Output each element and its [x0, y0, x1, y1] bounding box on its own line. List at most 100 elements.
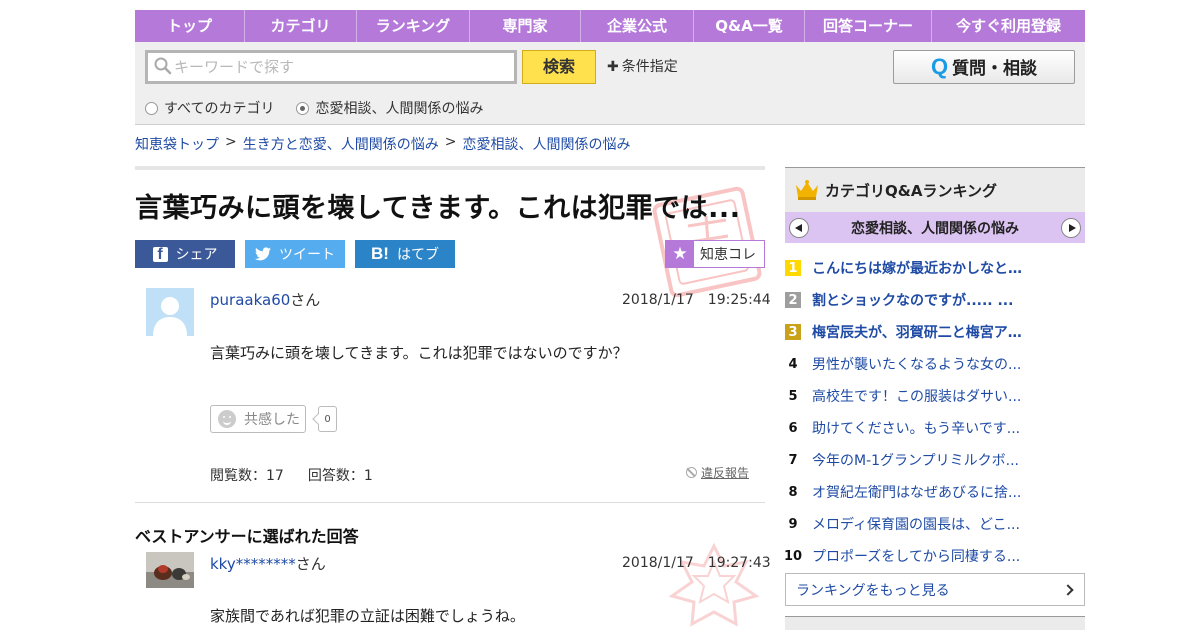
ranking-item[interactable]: 6 助けてください。もう辛いです...: [785, 412, 1085, 444]
condition-link[interactable]: ✚ 条件指定: [607, 56, 678, 76]
answerer-avatar[interactable]: [146, 552, 194, 588]
ranking-item-title[interactable]: 梅宮辰夫が、羽賀研二と梅宮ア...: [812, 322, 1022, 342]
search-box: [145, 50, 517, 84]
ranking-item-title[interactable]: プロポーズをしてから同棲する...: [812, 546, 1020, 566]
rank-number: 5: [788, 388, 798, 404]
nav-experts[interactable]: 専門家: [470, 10, 581, 42]
more-ranking-button[interactable]: ランキングをもっと見る: [785, 573, 1085, 606]
answer-date: 2018/1/17 19:27:43: [622, 555, 771, 571]
radio-dot: [145, 101, 158, 115]
answerer-link[interactable]: kky********: [210, 555, 296, 573]
answer-count: 回答数：1: [307, 468, 373, 484]
twitter-icon: [255, 247, 271, 261]
plus-icon: ✚: [607, 59, 619, 75]
ranking-item-title[interactable]: メロディ保育園の園長は、どこ...: [812, 514, 1020, 534]
hatena-bookmark-button[interactable]: B! はてブ: [355, 240, 455, 268]
question-stats: 閲覧数：17 回答数：1: [210, 465, 373, 485]
twitter-share-button[interactable]: ツイート: [245, 240, 345, 268]
hatena-bookmark-label: はてブ: [396, 247, 439, 263]
ranking-item-title[interactable]: 助けてください。もう辛いです...: [812, 418, 1020, 438]
prev-category-button[interactable]: [789, 217, 809, 238]
report-link[interactable]: 違反報告: [686, 464, 749, 481]
ranking-category-switcher: 恋愛相談、人間関係の悩み: [785, 212, 1085, 243]
search-button[interactable]: 検索: [522, 50, 596, 84]
ranking-item[interactable]: 10 プロポーズをしてから同棲する...: [783, 540, 1085, 572]
twitter-share-label: ツイート: [279, 247, 335, 263]
ask-question-button[interactable]: Q 質問・相談: [893, 50, 1075, 84]
ranking-item[interactable]: 4 男性が襲いたくなるような女の...: [785, 348, 1085, 380]
breadcrumb-parent[interactable]: 生き方と恋愛、人間関係の悩み: [243, 134, 439, 154]
nav-category[interactable]: カテゴリ: [245, 10, 357, 42]
ranking-item-title[interactable]: 今年のM-1グランプリミルクボ...: [812, 450, 1019, 470]
ranking-item-title[interactable]: 高校生です！この服装はダサい...: [812, 386, 1021, 406]
content-top-rule: [135, 166, 765, 170]
rank-number: 8: [788, 484, 798, 500]
answerer-name: kky********さん: [210, 553, 326, 574]
question-title: 言葉巧みに頭を壊してきます。これは犯罪では...: [135, 193, 741, 224]
rank-badge: 2: [785, 292, 801, 308]
share-buttons: f シェア ツイート B! はてブ: [135, 240, 455, 268]
empathy-count: 0: [318, 406, 337, 432]
chiecolle-button[interactable]: ★ 知恵コレ: [665, 240, 765, 268]
questioner-avatar[interactable]: [146, 288, 194, 336]
chevron-right-icon: [1062, 583, 1074, 596]
radio-dot-selected: [296, 101, 310, 115]
breadcrumb-current[interactable]: 恋愛相談、人間関係の悩み: [462, 134, 630, 154]
ranking-item[interactable]: 9 メロディ保育園の園長は、どこ...: [785, 508, 1085, 540]
category-ranking: カテゴリQ&Aランキング 恋愛相談、人間関係の悩み 1 こんにちは嫁が最近おかしな…: [783, 167, 1085, 606]
chiecolle-label: 知恵コレ: [700, 247, 756, 263]
search-input[interactable]: [174, 56, 504, 78]
question-date: 2018/1/17 19:25:44: [622, 292, 771, 308]
question-body: 言葉巧みに頭を壊してきます。これは犯罪ではないのですか？: [210, 344, 628, 362]
breadcrumb-sep: >: [444, 134, 457, 150]
breadcrumb: 知恵袋トップ > 生き方と恋愛、人間関係の悩み > 恋愛相談、人間関係の悩み: [135, 134, 630, 154]
breadcrumb-top[interactable]: 知恵袋トップ: [135, 134, 219, 154]
facebook-share-label: シェア: [175, 247, 218, 263]
empathy-label: 共感した: [244, 412, 300, 428]
ranking-category: 恋愛相談、人間関係の悩み: [851, 220, 1019, 237]
ranking-item[interactable]: 5 高校生です！この服装はダサい...: [785, 380, 1085, 412]
section-divider: [135, 502, 765, 503]
search-icon: [154, 57, 172, 75]
ranking-item[interactable]: 8 オ賀紀左衛門はなぜあびるに捨...: [785, 476, 1085, 508]
condition-label: 条件指定: [621, 59, 678, 75]
ranking-item-title[interactable]: こんにちは嫁が最近おかしなと...: [812, 258, 1022, 278]
ranking-item-title[interactable]: 割とショックなのですが..... ...: [812, 290, 1013, 310]
ranking-item[interactable]: 3 梅宮辰夫が、羽賀研二と梅宮ア...: [785, 316, 1085, 348]
questioner-link[interactable]: puraaka60: [210, 291, 290, 309]
nav-answer-corner[interactable]: 回答コーナー: [805, 10, 932, 42]
hatena-icon: B!: [371, 244, 389, 263]
nav-top[interactable]: トップ: [135, 10, 245, 42]
ranking-item[interactable]: 7 今年のM-1グランプリミルクボ...: [785, 444, 1085, 476]
ranking-item[interactable]: 2 割とショックなのですが..... ...: [785, 284, 1085, 316]
radio-label: 恋愛相談、人間関係の悩み: [315, 101, 484, 117]
facebook-share-button[interactable]: f シェア: [135, 240, 235, 268]
best-answer-heading: ベストアンサーに選ばれた回答: [135, 527, 359, 546]
report-label: 違反報告: [701, 466, 750, 480]
nav-register[interactable]: 今すぐ利用登録: [932, 10, 1085, 42]
ranking-header: カテゴリQ&Aランキング: [785, 167, 1085, 212]
honorific: さん: [295, 555, 326, 573]
honorific: さん: [290, 291, 321, 309]
next-category-button[interactable]: [1061, 217, 1081, 238]
radio-current-category[interactable]: 恋愛相談、人間関係の悩み: [296, 98, 483, 118]
default-user-icon: [146, 288, 194, 336]
ranking-title: カテゴリQ&Aランキング: [825, 181, 997, 200]
ranking-item[interactable]: 1 こんにちは嫁が最近おかしなと...: [785, 252, 1085, 284]
next-sidebar-panel: [785, 616, 1085, 630]
answerer-photo: [146, 552, 194, 588]
rank-badge: 3: [785, 324, 801, 340]
rank-number: 9: [788, 516, 798, 532]
nav-ranking[interactable]: ランキング: [357, 10, 470, 42]
empathy-button[interactable]: 共感した: [210, 405, 306, 433]
nav-official[interactable]: 企業公式: [581, 10, 694, 42]
nav-qa-list[interactable]: Q&A一覧: [694, 10, 805, 42]
prohibited-icon: [686, 467, 697, 478]
ranking-item-title[interactable]: 男性が襲いたくなるような女の...: [812, 354, 1021, 374]
radio-all-categories[interactable]: すべてのカテゴリ: [145, 98, 274, 118]
ranking-item-title[interactable]: オ賀紀左衛門はなぜあびるに捨...: [812, 482, 1021, 502]
search-area: 検索 ✚条件指定 Q質問・相談 すべてのカテゴリ 恋愛相談、人間関係の悩み: [135, 42, 1085, 125]
rank-number: 10: [783, 548, 803, 564]
crown-icon: [796, 180, 818, 200]
rank-badge: 1: [785, 260, 801, 276]
